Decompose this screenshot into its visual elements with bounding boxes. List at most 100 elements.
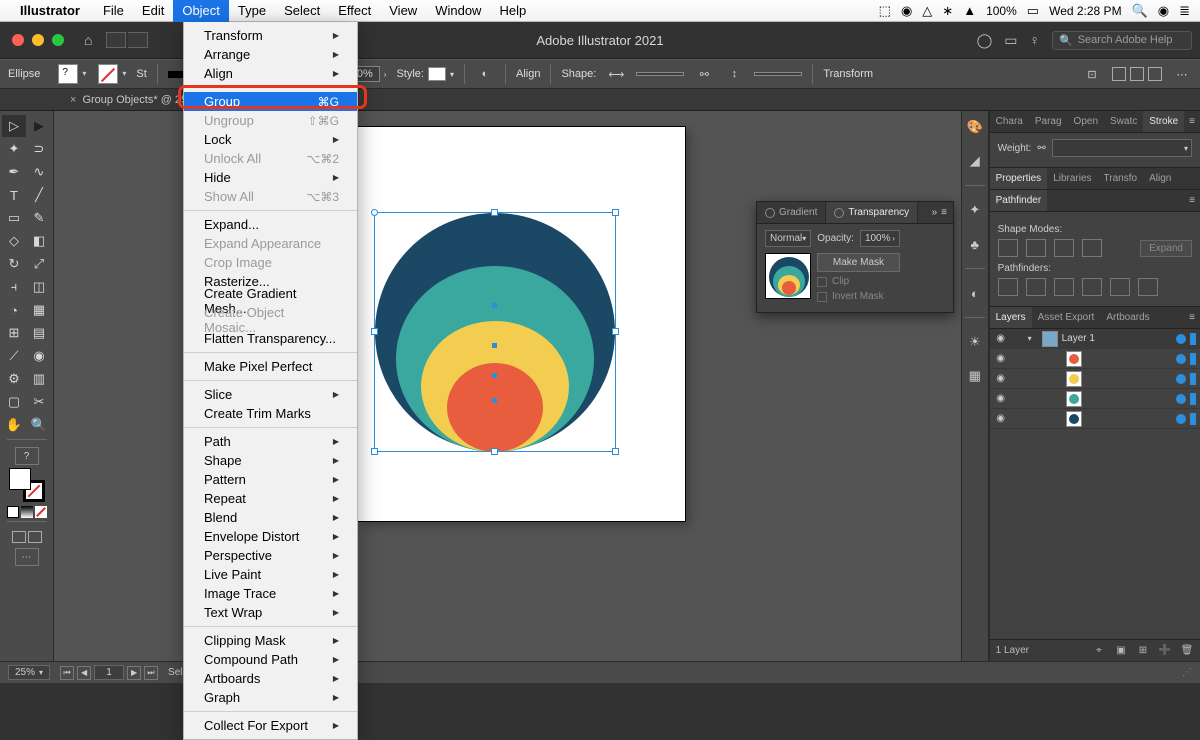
artboard-tool[interactable]: ▢ bbox=[2, 391, 26, 413]
menu-item-hide[interactable]: Hide bbox=[184, 168, 357, 187]
transparency-opacity-input[interactable]: 100%› bbox=[860, 230, 900, 247]
color-mode-swatches[interactable] bbox=[7, 506, 47, 518]
whats-new-icon[interactable]: ♀ bbox=[1030, 32, 1041, 48]
menu-select[interactable]: Select bbox=[275, 0, 329, 22]
outline-icon[interactable] bbox=[1110, 278, 1130, 296]
minus-back-icon[interactable] bbox=[1138, 278, 1158, 296]
layer-row-top[interactable]: ◉▾Layer 1 bbox=[990, 329, 1200, 349]
pathfinder-menu-icon[interactable]: ≡ bbox=[1184, 190, 1200, 211]
link-wh-icon[interactable]: ⚯ bbox=[694, 64, 714, 84]
collapse-panel-icon[interactable]: » bbox=[932, 207, 938, 218]
gradient-tab[interactable]: Gradient bbox=[757, 202, 826, 223]
menu-help[interactable]: Help bbox=[490, 0, 535, 22]
eyedropper-tool[interactable]: ⟋ bbox=[2, 345, 26, 367]
stroke-weight-input[interactable]: ▾ bbox=[1052, 139, 1192, 157]
delete-layer-icon[interactable]: 🗑 bbox=[1180, 645, 1194, 656]
menu-item-pattern[interactable]: Pattern bbox=[184, 470, 357, 489]
hand-tool[interactable]: ✋ bbox=[2, 414, 26, 436]
color-panel-icon[interactable]: 🎨 bbox=[965, 117, 985, 137]
close-tab-icon[interactable]: × bbox=[70, 94, 76, 106]
type-tool[interactable]: T bbox=[2, 184, 26, 206]
slice-tool[interactable]: ✂ bbox=[27, 391, 51, 413]
align-tab[interactable]: Align bbox=[1143, 168, 1177, 189]
intersect-icon[interactable] bbox=[1054, 239, 1074, 257]
menu-item-perspective[interactable]: Perspective bbox=[184, 546, 357, 565]
stroke-swatch[interactable]: ▾ bbox=[98, 64, 118, 84]
menu-item-collect-for-export[interactable]: Collect For Export bbox=[184, 716, 357, 735]
scale-tool[interactable]: ⤢ bbox=[27, 253, 51, 275]
libraries-tab[interactable]: Libraries bbox=[1047, 168, 1097, 189]
swatches-tab[interactable]: Swatc bbox=[1104, 111, 1143, 132]
bluetooth-icon[interactable]: ∗ bbox=[942, 3, 953, 19]
char-tab[interactable]: Chara bbox=[990, 111, 1029, 132]
expand-button[interactable]: Expand bbox=[1140, 240, 1192, 257]
transform-link[interactable]: Transform bbox=[823, 68, 873, 80]
shaper-tool[interactable]: ◇ bbox=[2, 230, 26, 252]
arrange-docs-icon[interactable]: ▭ bbox=[1004, 32, 1017, 49]
menu-item-make-pixel-perfect[interactable]: Make Pixel Perfect bbox=[184, 357, 357, 376]
width-tool[interactable]: ⫞ bbox=[2, 276, 26, 298]
crop-icon[interactable] bbox=[1082, 278, 1102, 296]
edit-toolbar-button[interactable]: ⋯ bbox=[15, 548, 39, 566]
menu-item-compound-path[interactable]: Compound Path bbox=[184, 650, 357, 669]
symbols-panel-icon[interactable]: ✦ bbox=[965, 200, 985, 220]
brushes-panel-icon[interactable]: ♣ bbox=[965, 234, 985, 254]
blend-tool[interactable]: ◉ bbox=[27, 345, 51, 367]
sync-icon[interactable]: △ bbox=[922, 3, 932, 19]
shape-width-input[interactable] bbox=[636, 72, 684, 76]
menu-item-graph[interactable]: Graph bbox=[184, 688, 357, 707]
merge-icon[interactable] bbox=[1054, 278, 1074, 296]
dropbox-icon[interactable]: ⬚ bbox=[879, 3, 891, 19]
home-icon[interactable]: ⌂ bbox=[84, 32, 92, 48]
opentype-tab[interactable]: Open bbox=[1068, 111, 1104, 132]
layer-row[interactable]: ◉ bbox=[990, 349, 1200, 369]
recolor-icon[interactable]: ◐ bbox=[475, 64, 495, 84]
menu-item-transform[interactable]: Transform bbox=[184, 26, 357, 45]
direct-selection-tool[interactable]: ▶ bbox=[27, 115, 51, 137]
pen-tool[interactable]: ✒ bbox=[2, 161, 26, 183]
make-clipping-mask-icon[interactable]: ▣ bbox=[1114, 645, 1128, 656]
isolate-icon[interactable]: ⊡ bbox=[1082, 64, 1102, 84]
menu-edit[interactable]: Edit bbox=[133, 0, 173, 22]
gradient-tool[interactable]: ▤ bbox=[27, 322, 51, 344]
traffic-light-minimize[interactable] bbox=[32, 34, 44, 46]
fill-swatch[interactable]: ?▾ bbox=[58, 64, 78, 84]
properties-tab[interactable]: Properties bbox=[990, 168, 1048, 189]
stroke-panel-menu-icon[interactable]: ≡ bbox=[1184, 111, 1200, 132]
cc-icon[interactable]: ◉ bbox=[901, 3, 912, 19]
rotate-tool[interactable]: ↻ bbox=[2, 253, 26, 275]
menu-type[interactable]: Type bbox=[229, 0, 275, 22]
magic-wand-tool[interactable]: ✦ bbox=[2, 138, 26, 160]
minus-front-icon[interactable] bbox=[1026, 239, 1046, 257]
transparency-tab[interactable]: Transparency bbox=[826, 202, 918, 223]
perspective-grid-tool[interactable]: ▦ bbox=[27, 299, 51, 321]
menu-window[interactable]: Window bbox=[426, 0, 490, 22]
menu-item-repeat[interactable]: Repeat bbox=[184, 489, 357, 508]
free-transform-tool[interactable]: ◫ bbox=[27, 276, 51, 298]
user-icon[interactable]: ◯ bbox=[977, 32, 993, 49]
line-segment-tool[interactable]: ╱ bbox=[27, 184, 51, 206]
menu-view[interactable]: View bbox=[380, 0, 426, 22]
view-mode-switch[interactable] bbox=[106, 32, 148, 48]
artboard-nav[interactable]: ⏮◀ 1 ▶⏭ bbox=[60, 665, 158, 680]
make-mask-button[interactable]: Make Mask bbox=[817, 253, 900, 272]
shape-height-icon[interactable]: ↕ bbox=[724, 64, 744, 84]
siri-icon[interactable]: ◉ bbox=[1158, 3, 1169, 19]
symbol-sprayer-tool[interactable]: ⚙ bbox=[2, 368, 26, 390]
asset-export-tab[interactable]: Asset Export bbox=[1032, 307, 1101, 328]
layer-row[interactable]: ◉ bbox=[990, 409, 1200, 429]
parag-tab[interactable]: Parag bbox=[1029, 111, 1068, 132]
graphic-styles-icon[interactable]: ☀ bbox=[965, 332, 985, 352]
layers-tab[interactable]: Layers bbox=[990, 307, 1032, 328]
menu-effect[interactable]: Effect bbox=[329, 0, 380, 22]
battery-icon[interactable]: ▭ bbox=[1027, 3, 1039, 19]
traffic-light-zoom[interactable] bbox=[52, 34, 64, 46]
quick-align-icons[interactable] bbox=[1112, 67, 1162, 81]
wifi-icon[interactable]: ▲ bbox=[963, 3, 976, 18]
menu-item-image-trace[interactable]: Image Trace bbox=[184, 584, 357, 603]
menu-item-path[interactable]: Path bbox=[184, 432, 357, 451]
panel-menu-icon[interactable]: ⋯ bbox=[1172, 64, 1192, 84]
menu-item-live-paint[interactable]: Live Paint bbox=[184, 565, 357, 584]
menu-item-envelope-distort[interactable]: Envelope Distort bbox=[184, 527, 357, 546]
unite-icon[interactable] bbox=[998, 239, 1018, 257]
